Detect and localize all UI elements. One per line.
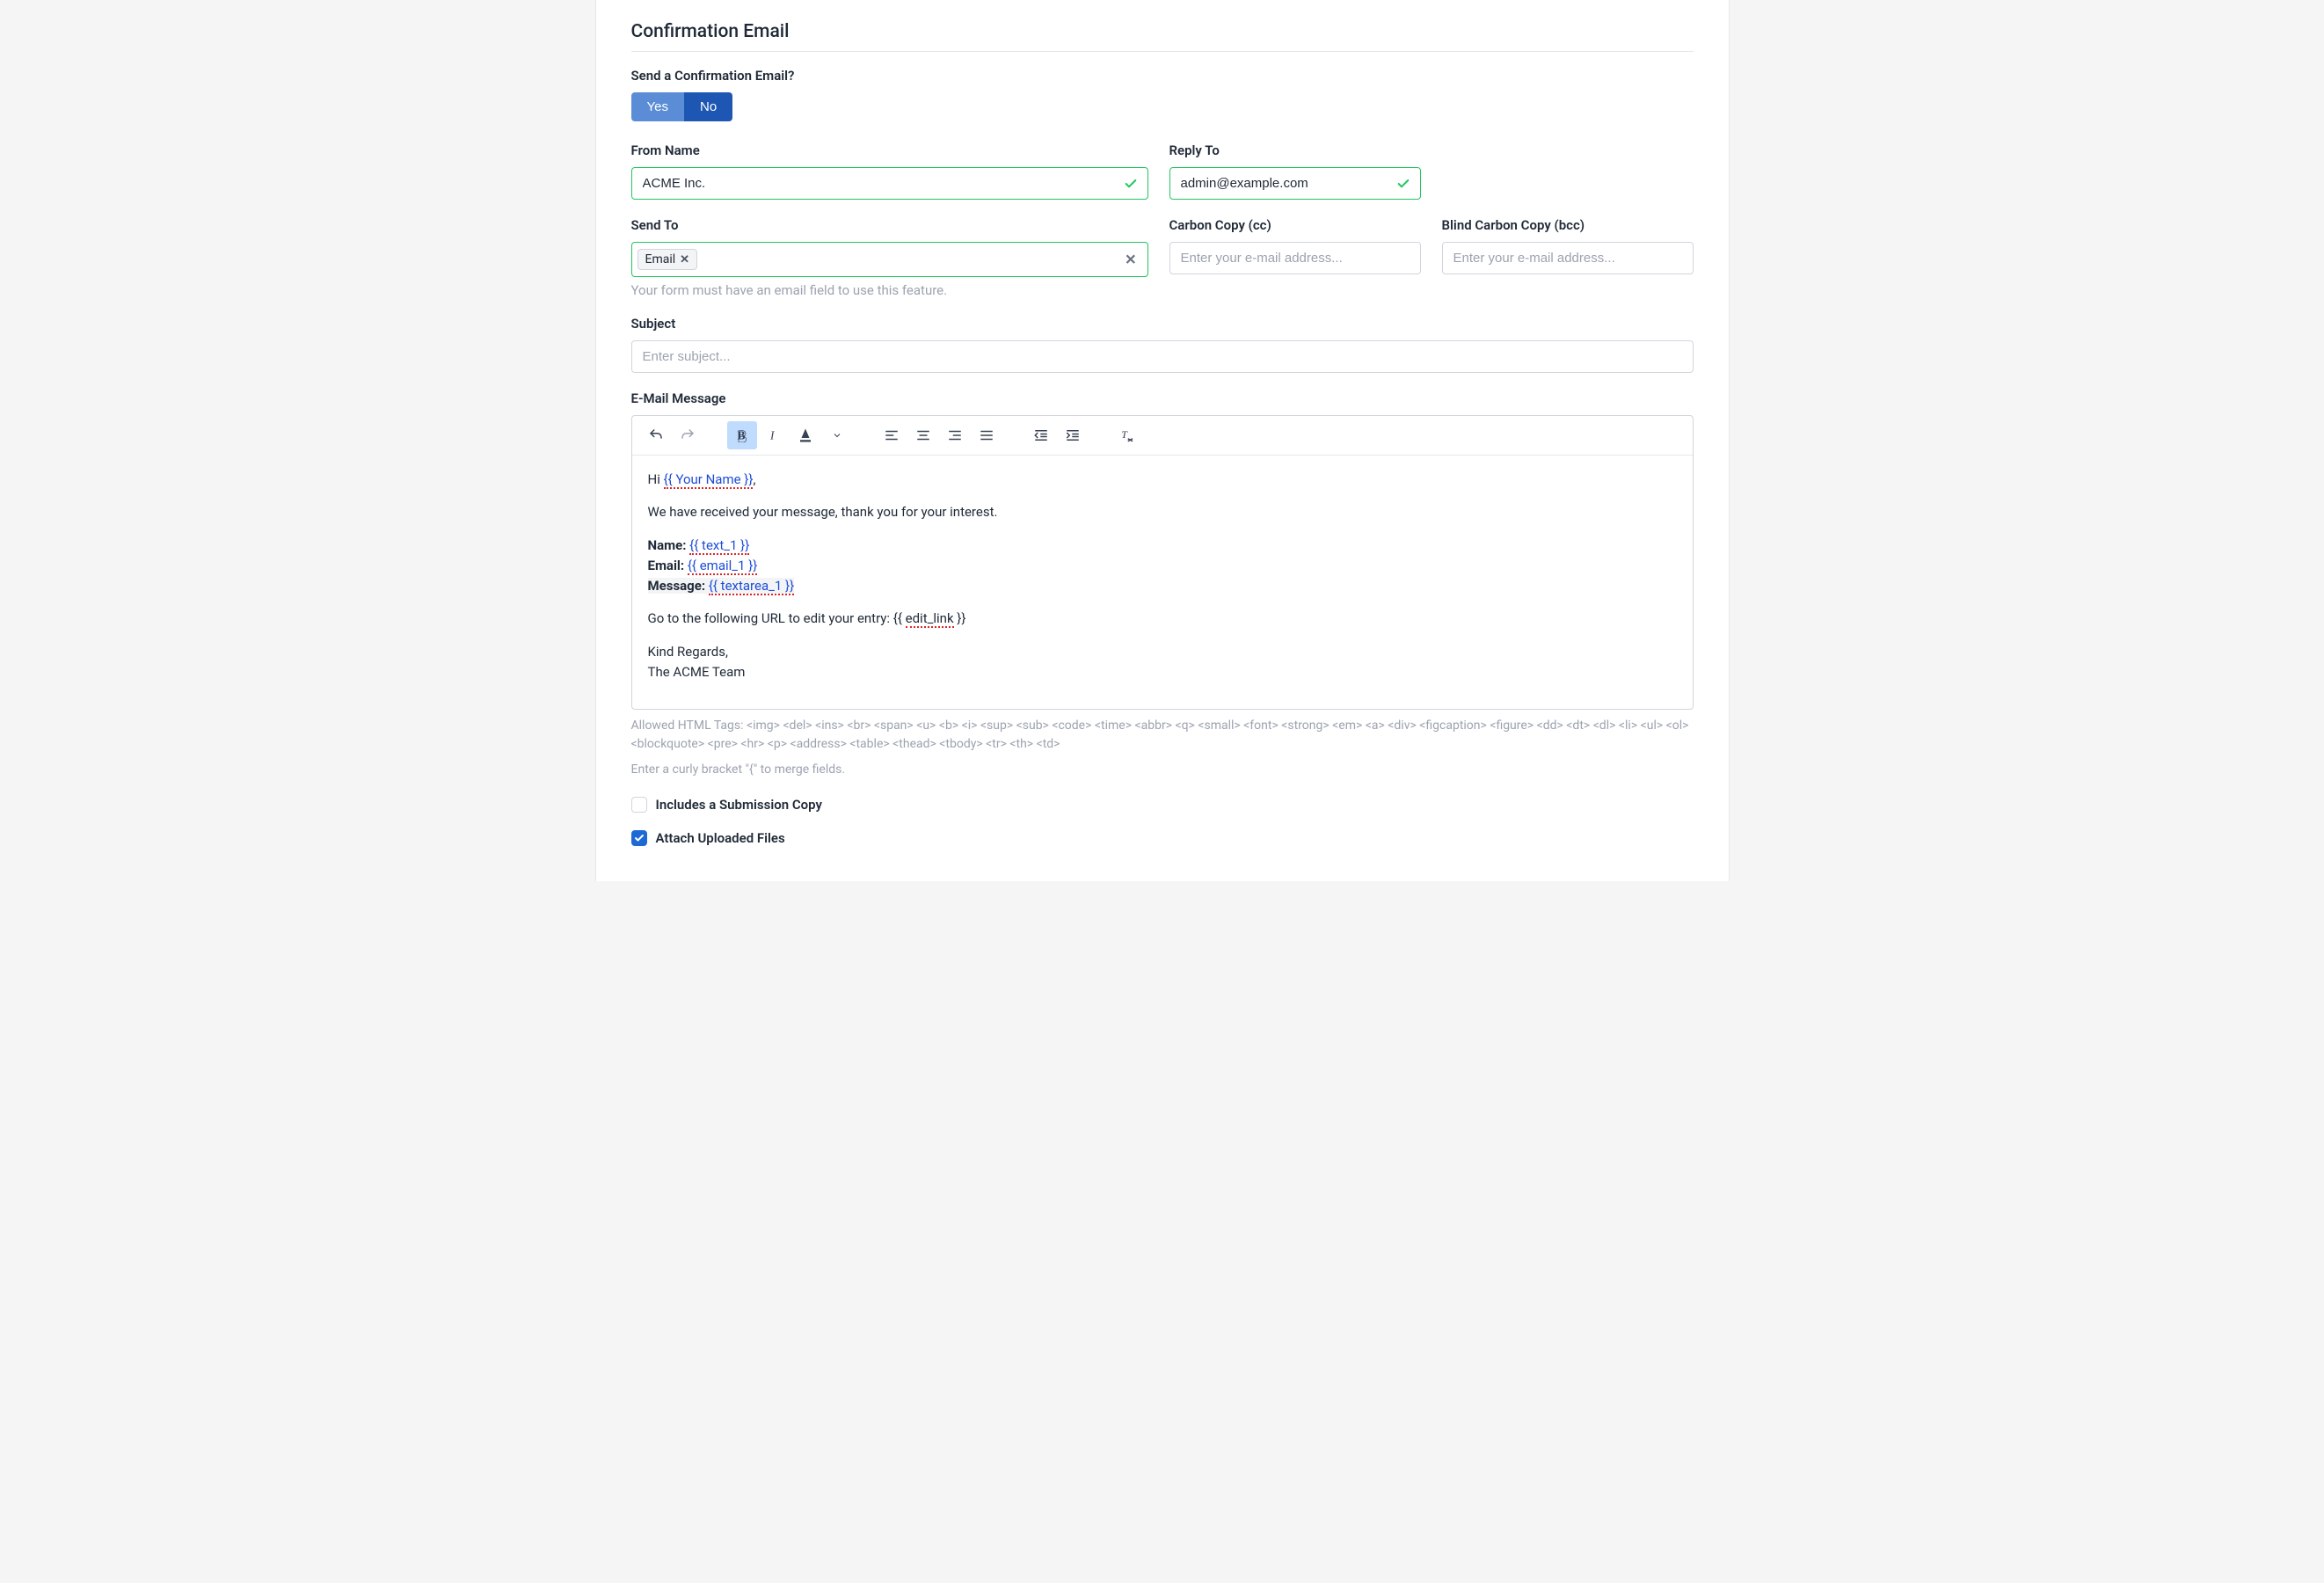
clear-icon[interactable]: ✕ (1125, 252, 1136, 268)
tag-text: Email (645, 252, 676, 266)
message-label: E-Mail Message (631, 390, 1694, 406)
text: Name: (648, 537, 687, 553)
bcc-input[interactable] (1442, 242, 1694, 274)
merge-tag: {{ email_1 }} (688, 558, 758, 575)
send-confirmation-label: Send a Confirmation Email? (631, 68, 1694, 84)
text: The ACME Team (648, 662, 1677, 682)
send-to-label: Send To (631, 217, 1148, 233)
section-title: Confirmation Email (631, 21, 1694, 52)
send-to-help: Your form must have an email field to us… (631, 282, 1148, 298)
text-color-icon[interactable] (790, 421, 820, 449)
subject-input[interactable] (631, 340, 1694, 373)
check-icon (1124, 177, 1138, 191)
text: Hi (648, 471, 664, 487)
reply-to-label: Reply To (1169, 142, 1421, 158)
reply-to-input[interactable] (1169, 167, 1421, 200)
svg-text:I: I (769, 429, 775, 442)
clear-format-icon[interactable]: T (1112, 421, 1142, 449)
allowed-tags-help: Allowed HTML Tags: <img> <del> <ins> <br… (631, 717, 1694, 754)
align-justify-icon[interactable] (972, 421, 1002, 449)
editor-toolbar: B I (632, 416, 1693, 456)
includes-copy-label: Includes a Submission Copy (656, 797, 822, 813)
outdent-icon[interactable] (1026, 421, 1056, 449)
merge-tag: {{ text_1 }} (689, 537, 749, 555)
send-confirmation-toggle: Yes No (631, 92, 733, 121)
align-center-icon[interactable] (908, 421, 938, 449)
svg-text:T: T (1121, 428, 1128, 441)
merge-tag: {{ textarea_1 }} (709, 578, 794, 595)
redo-icon[interactable] (673, 421, 703, 449)
cc-input[interactable] (1169, 242, 1421, 274)
text: Email: (648, 558, 685, 573)
italic-icon[interactable]: I (759, 421, 789, 449)
text: Message: (648, 578, 706, 594)
merge-tag: {{ Your Name }} (664, 471, 754, 489)
text: Go to the following URL to edit your ent… (648, 610, 906, 626)
indent-icon[interactable] (1058, 421, 1088, 449)
from-name-input[interactable] (631, 167, 1148, 200)
text: , (753, 471, 755, 487)
attach-files-label: Attach Uploaded Files (656, 830, 785, 846)
toggle-yes-button[interactable]: Yes (631, 92, 684, 121)
check-icon (1396, 177, 1410, 191)
bcc-label: Blind Carbon Copy (bcc) (1442, 217, 1694, 233)
undo-icon[interactable] (641, 421, 671, 449)
bold-icon[interactable]: B (727, 421, 757, 449)
text: }} (954, 610, 966, 626)
merge-hint: Enter a curly bracket "{" to merge field… (631, 761, 1694, 779)
align-right-icon[interactable] (940, 421, 970, 449)
toggle-no-button[interactable]: No (684, 92, 732, 121)
from-name-label: From Name (631, 142, 1148, 158)
attach-files-checkbox[interactable] (631, 830, 647, 846)
dropdown-icon[interactable] (822, 421, 852, 449)
message-editor: B I (631, 415, 1694, 710)
svg-text:B: B (737, 429, 745, 442)
text: Kind Regards, (648, 642, 1677, 662)
text: edit_link (906, 610, 954, 628)
subject-label: Subject (631, 316, 1694, 332)
cc-label: Carbon Copy (cc) (1169, 217, 1421, 233)
text: We have received your message, thank you… (648, 502, 1677, 522)
tag-remove-icon[interactable]: ✕ (680, 253, 689, 266)
send-to-input[interactable]: Email ✕ ✕ (631, 242, 1148, 277)
editor-content[interactable]: Hi {{ Your Name }}, We have received you… (632, 456, 1693, 709)
send-to-tag: Email ✕ (637, 249, 698, 270)
includes-copy-checkbox[interactable] (631, 797, 647, 813)
align-left-icon[interactable] (877, 421, 907, 449)
